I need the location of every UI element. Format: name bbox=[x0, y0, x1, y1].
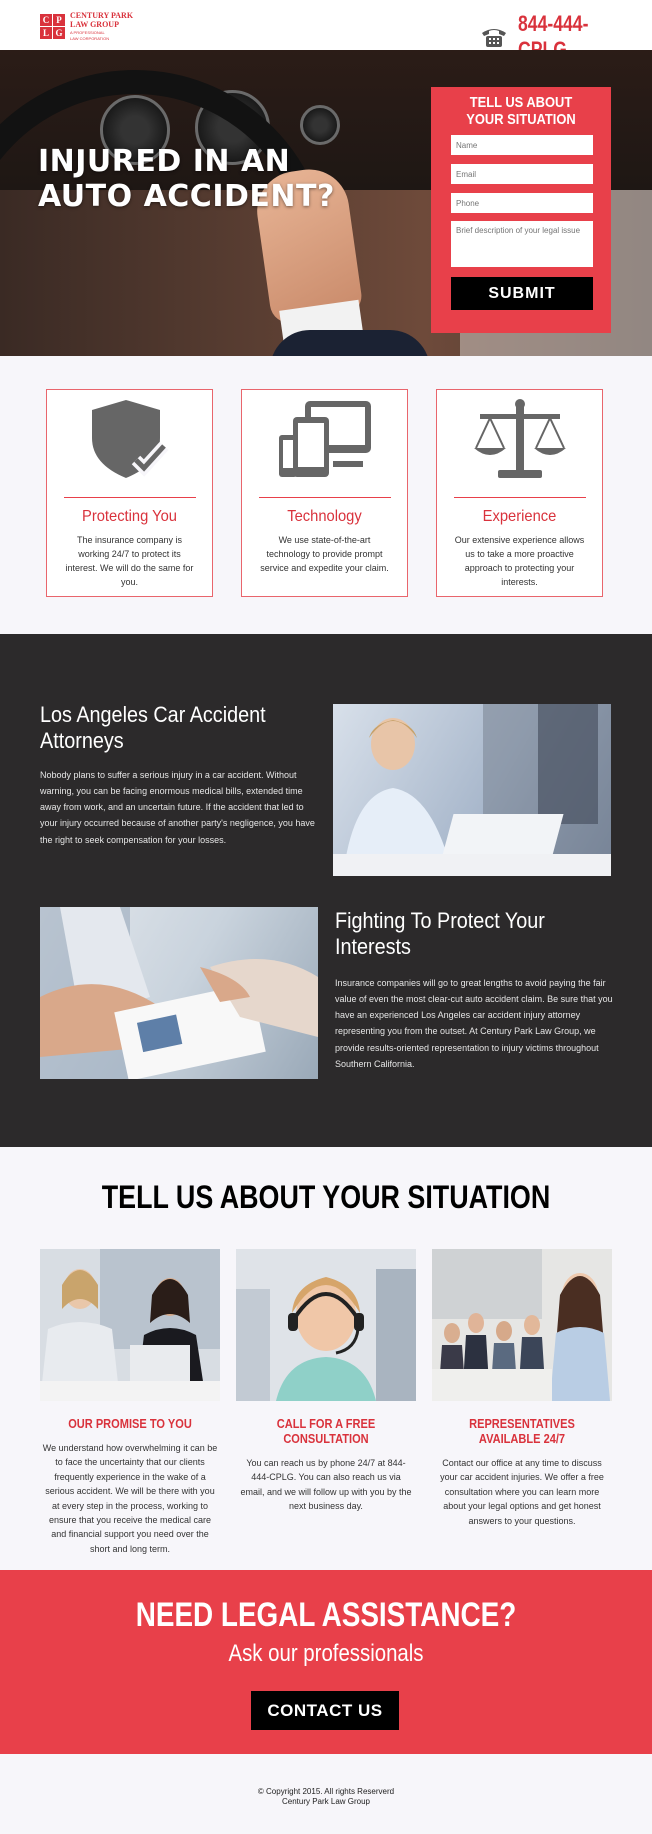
cta-section: NEED LEGAL ASSISTANCE? Ask our professio… bbox=[0, 1570, 652, 1754]
description-field[interactable] bbox=[451, 221, 593, 267]
attorney-woman-photo bbox=[333, 704, 611, 876]
feature-card-experience: Experience Our extensive experience allo… bbox=[436, 389, 603, 597]
feature-title: Protecting You bbox=[82, 508, 177, 525]
feature-title: Experience bbox=[482, 508, 557, 525]
cta-subtitle: Ask our professionals bbox=[228, 1640, 424, 1667]
logo-initial: G bbox=[53, 26, 65, 39]
card-divider bbox=[258, 497, 391, 498]
card-divider bbox=[453, 497, 586, 498]
situation-column-text: You can reach us by phone 24/7 at 844-44… bbox=[240, 1458, 412, 1512]
situation-title: TELL US ABOUT YOUR SITUATION bbox=[101, 1179, 551, 1215]
form-title: TELL US ABOUT YOUR SITUATION bbox=[466, 94, 576, 128]
about-text: Nobody plans to suffer a serious injury … bbox=[40, 769, 315, 845]
about-block-attorneys: Los Angeles Car Accident Attorneys Nobod… bbox=[40, 702, 320, 848]
logo-sub1: A PROFESSIONAL bbox=[70, 30, 105, 35]
logo-initial: P bbox=[53, 13, 65, 26]
site-footer: © Copyright 2015. All rights Reserverd C… bbox=[0, 1754, 652, 1834]
logo-initial: C bbox=[40, 13, 52, 26]
situation-section: TELL US ABOUT YOUR SITUATION OUR PROMISE… bbox=[0, 1147, 652, 1570]
about-text: Insurance companies will go to great len… bbox=[335, 977, 613, 1069]
name-field[interactable] bbox=[451, 135, 593, 155]
situation-column-title: CALL FOR A FREE CONSULTATION bbox=[276, 1416, 376, 1446]
about-title: Los Angeles Car Accident Attorneys bbox=[40, 702, 266, 754]
contact-us-button[interactable]: CONTACT US bbox=[251, 1691, 399, 1730]
support-agent-headset-photo bbox=[236, 1249, 416, 1401]
features-section: Protecting You The insurance company is … bbox=[0, 356, 652, 634]
hero-title-line1: INJURED IN AN bbox=[38, 144, 291, 179]
about-block-fighting: Fighting To Protect Your Interests Insur… bbox=[335, 908, 613, 1072]
jacket-sleeve-image bbox=[270, 330, 430, 356]
about-title: Fighting To Protect Your Interests bbox=[335, 908, 545, 960]
about-section: Los Angeles Car Accident Attorneys Nobod… bbox=[0, 634, 652, 1147]
meeting-documents-photo bbox=[40, 907, 318, 1079]
contact-form: TELL US ABOUT YOUR SITUATION SUBMIT bbox=[431, 87, 611, 333]
logo-line1: CENTURY PARK bbox=[70, 11, 134, 20]
situation-column-text: We understand how overwhelming it can be… bbox=[42, 1443, 218, 1554]
situation-column-title: REPRESENTATIVES AVAILABLE 24/7 bbox=[469, 1416, 575, 1446]
situation-column-text: Contact our office at any time to discus… bbox=[440, 1458, 604, 1526]
phone-field[interactable] bbox=[451, 193, 593, 213]
promise-column: OUR PROMISE TO YOU We understand how ove… bbox=[40, 1249, 220, 1556]
feature-text: We use state-of-the-art technology to pr… bbox=[260, 535, 389, 573]
logo-line2: LAW GROUP bbox=[70, 20, 119, 29]
shield-check-icon bbox=[47, 392, 212, 486]
logo-sub2: LAW CORPORATION bbox=[70, 36, 110, 41]
card-divider bbox=[63, 497, 196, 498]
scales-icon bbox=[437, 392, 602, 486]
devices-icon bbox=[242, 392, 407, 486]
logo-initial: L bbox=[40, 26, 52, 39]
consultation-column: CALL FOR A FREE CONSULTATION You can rea… bbox=[236, 1249, 416, 1514]
cta-title: NEED LEGAL ASSISTANCE? bbox=[135, 1596, 517, 1634]
hero-section: INJURED IN AN AUTO ACCIDENT? TELL US ABO… bbox=[0, 50, 652, 356]
hero-title: INJURED IN AN AUTO ACCIDENT? bbox=[38, 144, 335, 214]
feature-title: Technology bbox=[287, 508, 362, 525]
logo[interactable]: C P L G CENTURY PARK LAW GROUP A PROFESS… bbox=[40, 11, 133, 41]
feature-card-technology: Technology We use state-of-the-art techn… bbox=[241, 389, 408, 597]
footer-company: Century Park Law Group bbox=[281, 1797, 371, 1807]
telephone-icon bbox=[482, 29, 506, 47]
logo-text: CENTURY PARK LAW GROUP A PROFESSIONAL LA… bbox=[70, 11, 133, 41]
two-women-laptop-photo bbox=[40, 1249, 220, 1401]
hero-title-line2: AUTO ACCIDENT? bbox=[38, 178, 335, 214]
feature-card-protecting: Protecting You The insurance company is … bbox=[46, 389, 213, 597]
gauge-decoration bbox=[300, 105, 340, 145]
feature-text: The insurance company is working 24/7 to… bbox=[65, 535, 194, 587]
logo-mark: C P L G bbox=[40, 13, 65, 39]
submit-button[interactable]: SUBMIT bbox=[451, 277, 593, 310]
team-meeting-photo bbox=[432, 1249, 612, 1401]
feature-text: Our extensive experience allows us to ta… bbox=[454, 535, 585, 587]
site-header: C P L G CENTURY PARK LAW GROUP A PROFESS… bbox=[0, 0, 652, 62]
email-field[interactable] bbox=[451, 164, 593, 184]
situation-column-title: OUR PROMISE TO YOU bbox=[68, 1416, 192, 1431]
representatives-column: REPRESENTATIVES AVAILABLE 24/7 Contact o… bbox=[432, 1249, 612, 1528]
copyright-text: © Copyright 2015. All rights Reserverd bbox=[257, 1787, 395, 1796]
